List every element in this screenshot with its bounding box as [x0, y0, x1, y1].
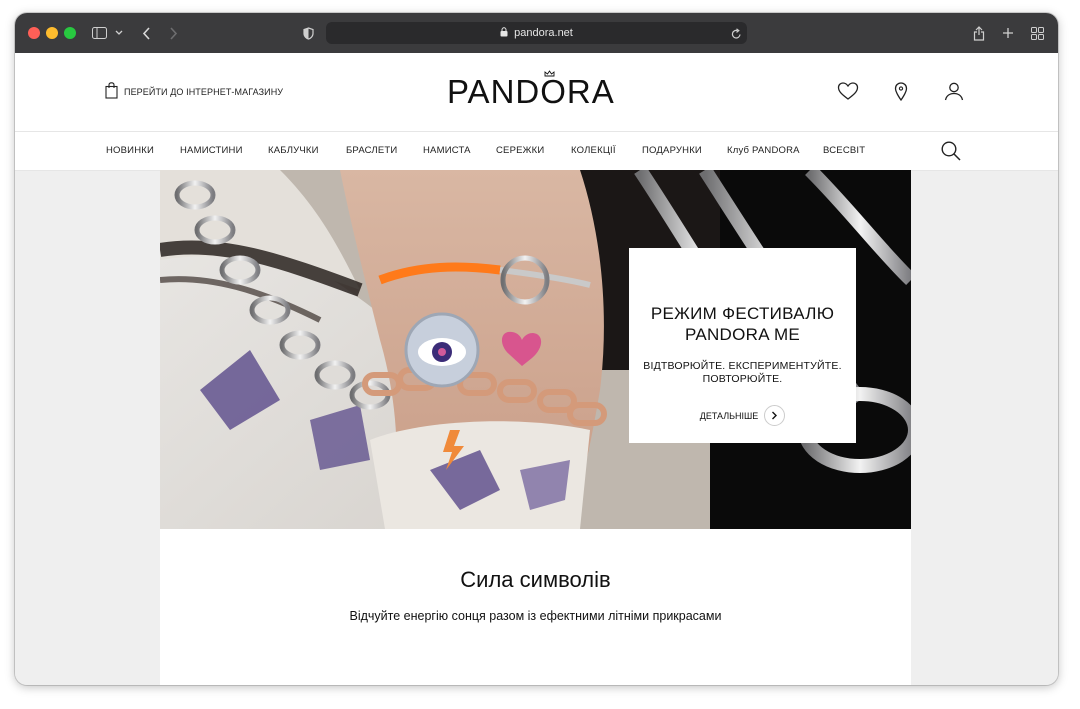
- lock-icon: [500, 24, 508, 42]
- browser-window: pandora.net ПЕРЕЙТИ ДО ІНТЕРНЕТ-МАГАЗИНУ: [15, 13, 1058, 685]
- sidebar-icon[interactable]: [91, 22, 107, 44]
- nav-item-charms[interactable]: НАМИСТИНИ: [180, 145, 243, 156]
- nav-item-new[interactable]: НОВИНКИ: [106, 145, 154, 156]
- account-icon[interactable]: [942, 79, 966, 103]
- shop-link-label: ПЕРЕЙТИ ДО ІНТЕРНЕТ-МАГАЗИНУ: [124, 86, 284, 97]
- shopping-bag-icon: [105, 82, 118, 101]
- main-navigation: НОВИНКИ НАМИСТИНИ КАБЛУЧКИ БРАСЛЕТИ НАМИ…: [15, 132, 1058, 171]
- promo-subtitle: ВІДТВОРЮЙТЕ. ЕКСПЕРИМЕНТУЙТЕ. ПОВТОРЮЙТЕ…: [629, 360, 856, 386]
- reload-icon[interactable]: [731, 27, 742, 45]
- details-link[interactable]: ДЕТАЛЬНІШЕ: [629, 405, 856, 426]
- nav-item-collections[interactable]: КОЛЕКЦІЇ: [571, 145, 616, 156]
- chevron-down-icon[interactable]: [114, 22, 124, 44]
- share-icon[interactable]: [972, 22, 986, 44]
- nav-item-universe[interactable]: ВСЕСВІТ: [823, 145, 865, 156]
- tab-overview-icon[interactable]: [1030, 22, 1044, 44]
- minimize-window-button[interactable]: [46, 27, 58, 39]
- promo-card: РЕЖИМ ФЕСТИВАЛЮ PANDORA ME ВІДТВОРЮЙТЕ. …: [629, 248, 856, 443]
- location-pin-icon[interactable]: [889, 79, 913, 103]
- content-section: Сила символів Відчуйте енергію сонця раз…: [160, 529, 911, 685]
- promo-subtitle-line1: ВІДТВОРЮЙТЕ. ЕКСПЕРИМЕНТУЙТЕ.: [643, 360, 842, 372]
- address-bar[interactable]: pandora.net: [326, 22, 747, 44]
- web-page: ПЕРЕЙТИ ДО ІНТЕРНЕТ-МАГАЗИНУ PANDORA НОВ…: [15, 53, 1058, 685]
- nav-item-earrings[interactable]: СЕРЕЖКИ: [496, 145, 544, 156]
- logo-text: PANDORA: [447, 73, 615, 110]
- site-header: ПЕРЕЙТИ ДО ІНТЕРНЕТ-МАГАЗИНУ PANDORA: [15, 53, 1058, 132]
- zoom-window-button[interactable]: [64, 27, 76, 39]
- section-subtitle: Відчуйте енергію сонця разом із ефектним…: [349, 609, 722, 623]
- hero-banner[interactable]: РЕЖИМ ФЕСТИВАЛЮ PANDORA ME ВІДТВОРЮЙТЕ. …: [160, 170, 911, 529]
- shop-link[interactable]: ПЕРЕЙТИ ДО ІНТЕРНЕТ-МАГАЗИНУ: [105, 82, 283, 101]
- crown-icon: [544, 69, 555, 79]
- back-icon[interactable]: [139, 22, 153, 44]
- forward-icon[interactable]: [166, 22, 180, 44]
- shield-icon[interactable]: [301, 22, 315, 44]
- nav-item-bracelets[interactable]: БРАСЛЕТИ: [346, 145, 397, 156]
- details-label: ДЕТАЛЬНІШЕ: [699, 410, 759, 421]
- promo-title-line2: PANDORA ME: [684, 325, 801, 344]
- url-text: pandora.net: [514, 27, 573, 39]
- browser-toolbar: pandora.net: [15, 13, 1058, 53]
- promo-title-line1: РЕЖИМ ФЕСТИВАЛЮ: [650, 304, 835, 323]
- nav-item-club[interactable]: Клуб PANDORA: [727, 145, 800, 156]
- search-icon[interactable]: [940, 140, 962, 162]
- new-tab-icon[interactable]: [1001, 22, 1015, 44]
- chevron-right-icon[interactable]: [764, 405, 786, 426]
- close-window-button[interactable]: [28, 27, 40, 39]
- nav-item-rings[interactable]: КАБЛУЧКИ: [268, 145, 319, 156]
- heart-icon[interactable]: [836, 79, 860, 103]
- nav-item-necklaces[interactable]: НАМИСТА: [423, 145, 471, 156]
- promo-title: РЕЖИМ ФЕСТИВАЛЮ PANDORA ME: [629, 303, 856, 345]
- pandora-logo[interactable]: PANDORA: [447, 70, 615, 111]
- section-title: Сила символів: [460, 567, 611, 592]
- promo-subtitle-line2: ПОВТОРЮЙТЕ.: [702, 373, 783, 385]
- nav-item-gifts[interactable]: ПОДАРУНКИ: [642, 145, 702, 156]
